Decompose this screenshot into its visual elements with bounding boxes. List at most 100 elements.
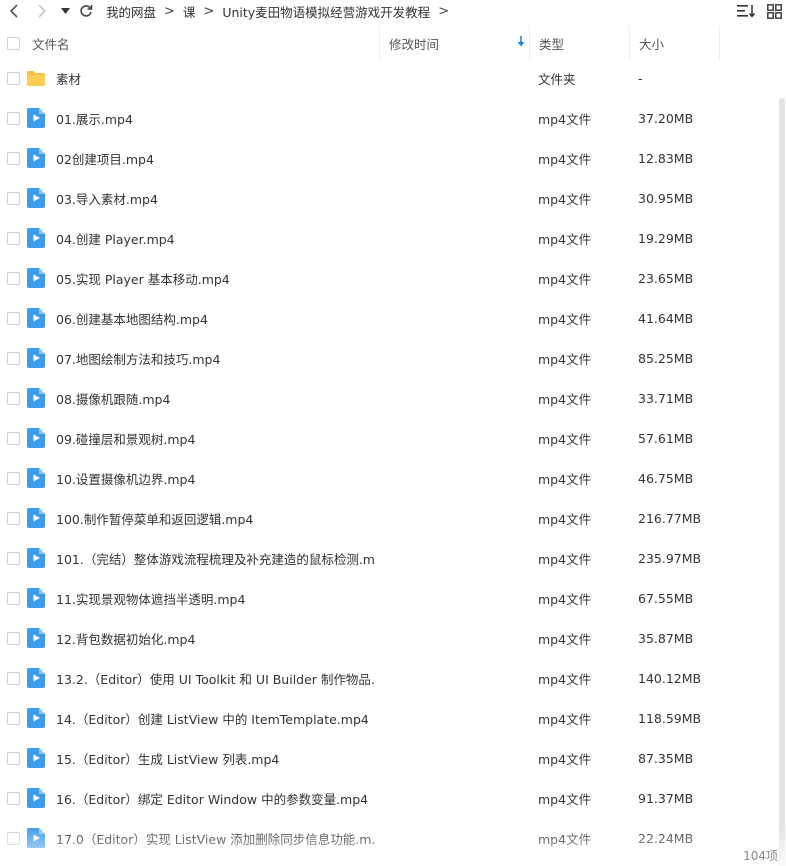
refresh-button[interactable] <box>74 0 98 22</box>
sort-options-button[interactable] <box>737 4 755 18</box>
file-name-cell[interactable]: 14.（Editor）创建 ListView 中的 ItemTemplate.m… <box>26 708 379 728</box>
file-name-cell[interactable]: 04.创建 Player.mp4 <box>26 228 379 248</box>
file-name-cell[interactable]: 06.创建基本地图结构.mp4 <box>26 308 379 328</box>
select-all-checkbox[interactable] <box>6 36 20 50</box>
file-row[interactable]: 15.（Editor）生成 ListView 列表.mp4 mp4文件 87.35M… <box>0 738 786 778</box>
file-name[interactable]: 07.地图绘制方法和技巧.mp4 <box>56 349 220 368</box>
row-checkbox[interactable] <box>6 391 20 405</box>
file-size: 216.77MB <box>638 510 702 526</box>
file-row[interactable]: 08.摄像机跟随.mp4 mp4文件 33.71MB <box>0 378 786 418</box>
file-row[interactable]: 17.0（Editor）实现 ListView 添加删除同步信息功能.m... m… <box>0 818 786 858</box>
file-name-cell[interactable]: 10.设置摄像机边界.mp4 <box>26 468 379 488</box>
row-checkbox[interactable] <box>6 591 20 605</box>
video-file-icon <box>26 828 46 848</box>
file-row[interactable]: 05.实现 Player 基本移动.mp4 mp4文件 23.65MB <box>0 258 786 298</box>
file-name-cell[interactable]: 08.摄像机跟随.mp4 <box>26 388 379 408</box>
caret-down-icon <box>60 8 70 14</box>
file-name[interactable]: 14.（Editor）创建 ListView 中的 ItemTemplate.m… <box>56 709 369 728</box>
file-name[interactable]: 09.碰撞层和景观树.mp4 <box>56 429 195 448</box>
file-row[interactable]: 03.导入素材.mp4 mp4文件 30.95MB <box>0 178 786 218</box>
file-name[interactable]: 03.导入素材.mp4 <box>56 189 158 208</box>
breadcrumb-item-course[interactable]: 课 <box>183 2 196 21</box>
file-row[interactable]: 10.设置摄像机边界.mp4 mp4文件 46.75MB <box>0 458 786 498</box>
row-checkbox[interactable] <box>6 311 20 325</box>
file-row[interactable]: 01.展示.mp4 mp4文件 37.20MB <box>0 98 786 138</box>
file-name-cell[interactable]: 素材 <box>26 68 379 88</box>
file-name[interactable]: 12.背包数据初始化.mp4 <box>56 629 195 648</box>
file-row[interactable]: 素材 文件夹 - <box>0 58 786 98</box>
file-name-cell[interactable]: 11.实现景观物体遮挡半透明.mp4 <box>26 588 379 608</box>
file-name-cell[interactable]: 05.实现 Player 基本移动.mp4 <box>26 268 379 288</box>
scrollbar[interactable] <box>778 58 786 866</box>
file-name-cell[interactable]: 07.地图绘制方法和技巧.mp4 <box>26 348 379 368</box>
history-dropdown-button[interactable] <box>56 0 74 22</box>
file-name-cell[interactable]: 01.展示.mp4 <box>26 108 379 128</box>
row-checkbox[interactable] <box>6 111 20 125</box>
file-row[interactable]: 07.地图绘制方法和技巧.mp4 mp4文件 85.25MB <box>0 338 786 378</box>
row-checkbox[interactable] <box>6 271 20 285</box>
row-checkbox[interactable] <box>6 231 20 245</box>
row-checkbox[interactable] <box>6 791 20 805</box>
file-name[interactable]: 05.实现 Player 基本移动.mp4 <box>56 269 230 288</box>
file-name[interactable]: 15.（Editor）生成 ListView 列表.mp4 <box>56 749 279 768</box>
file-row[interactable]: 09.碰撞层和景观树.mp4 mp4文件 57.61MB <box>0 418 786 458</box>
row-checkbox[interactable] <box>6 471 20 485</box>
file-name-cell[interactable]: 17.0（Editor）实现 ListView 添加删除同步信息功能.m... <box>26 828 379 848</box>
breadcrumb-dropdown[interactable]: > <box>438 4 449 19</box>
file-name-cell[interactable]: 16.（Editor）绑定 Editor Window 中的参数变量.mp4 <box>26 788 379 808</box>
row-checkbox[interactable] <box>6 351 20 365</box>
column-header-size[interactable]: 大小 <box>629 26 719 60</box>
row-checkbox[interactable] <box>6 151 20 165</box>
file-name[interactable]: 04.创建 Player.mp4 <box>56 229 175 248</box>
file-name-cell[interactable]: 15.（Editor）生成 ListView 列表.mp4 <box>26 748 379 768</box>
breadcrumb-item-root[interactable]: 我的网盘 <box>106 2 156 21</box>
file-name[interactable]: 素材 <box>56 69 81 88</box>
row-checkbox[interactable] <box>6 671 20 685</box>
file-name[interactable]: 06.创建基本地图结构.mp4 <box>56 309 208 328</box>
file-name-cell[interactable]: 13.2.（Editor）使用 UI Toolkit 和 UI Builder … <box>26 668 379 688</box>
file-name[interactable]: 01.展示.mp4 <box>56 109 133 128</box>
file-name[interactable]: 08.摄像机跟随.mp4 <box>56 389 170 408</box>
file-name[interactable]: 10.设置摄像机边界.mp4 <box>56 469 195 488</box>
column-header-date[interactable]: 修改时间 <box>379 26 529 60</box>
file-row[interactable]: 12.背包数据初始化.mp4 mp4文件 35.87MB <box>0 618 786 658</box>
row-checkbox[interactable] <box>6 511 20 525</box>
file-row[interactable]: 100.制作暂停菜单和返回逻辑.mp4 mp4文件 216.77MB <box>0 498 786 538</box>
scrollbar-thumb[interactable] <box>779 98 785 866</box>
file-name-cell[interactable]: 02创建项目.mp4 <box>26 148 379 168</box>
file-name-cell[interactable]: 12.背包数据初始化.mp4 <box>26 628 379 648</box>
file-row[interactable]: 101.（完结）整体游戏流程梳理及补充建造的鼠标检测.m... mp4文件 235.… <box>0 538 786 578</box>
file-name[interactable]: 11.实现景观物体遮挡半透明.mp4 <box>56 589 245 608</box>
file-row[interactable]: 14.（Editor）创建 ListView 中的 ItemTemplate.m… <box>0 698 786 738</box>
row-checkbox[interactable] <box>6 71 20 85</box>
file-name[interactable]: 02创建项目.mp4 <box>56 149 154 168</box>
row-checkbox[interactable] <box>6 751 20 765</box>
forward-button[interactable] <box>28 0 56 22</box>
file-name[interactable]: 17.0（Editor）实现 ListView 添加删除同步信息功能.m... <box>56 829 376 848</box>
file-row[interactable]: 13.2.（Editor）使用 UI Toolkit 和 UI Builder … <box>0 658 786 698</box>
file-row[interactable]: 06.创建基本地图结构.mp4 mp4文件 41.64MB <box>0 298 786 338</box>
back-button[interactable] <box>0 0 28 22</box>
file-name[interactable]: 13.2.（Editor）使用 UI Toolkit 和 UI Builder … <box>56 669 376 688</box>
file-row[interactable]: 11.实现景观物体遮挡半透明.mp4 mp4文件 67.55MB <box>0 578 786 618</box>
row-checkbox[interactable] <box>6 551 20 565</box>
row-checkbox[interactable] <box>6 631 20 645</box>
row-checkbox[interactable] <box>6 831 20 845</box>
file-name-cell[interactable]: 100.制作暂停菜单和返回逻辑.mp4 <box>26 508 379 528</box>
column-header-type[interactable]: 类型 <box>529 26 629 60</box>
breadcrumb-item-current[interactable]: Unity麦田物语模拟经营游戏开发教程 <box>222 2 430 21</box>
file-name[interactable]: 101.（完结）整体游戏流程梳理及补充建造的鼠标检测.m... <box>56 549 376 568</box>
column-header-name[interactable]: 文件名 <box>26 26 379 60</box>
file-name[interactable]: 16.（Editor）绑定 Editor Window 中的参数变量.mp4 <box>56 789 368 808</box>
file-name-cell[interactable]: 03.导入素材.mp4 <box>26 188 379 208</box>
file-name-cell[interactable]: 101.（完结）整体游戏流程梳理及补充建造的鼠标检测.m... <box>26 548 379 568</box>
row-checkbox[interactable] <box>6 711 20 725</box>
file-row[interactable]: 02创建项目.mp4 mp4文件 12.83MB <box>0 138 786 178</box>
file-name[interactable]: 100.制作暂停菜单和返回逻辑.mp4 <box>56 509 253 528</box>
file-name-cell[interactable]: 09.碰撞层和景观树.mp4 <box>26 428 379 448</box>
file-row[interactable]: 16.（Editor）绑定 Editor Window 中的参数变量.mp4 mp… <box>0 778 786 818</box>
row-checkbox[interactable] <box>6 431 20 445</box>
row-checkbox[interactable] <box>6 191 20 205</box>
file-row[interactable]: 04.创建 Player.mp4 mp4文件 19.29MB <box>0 218 786 258</box>
view-toggle-button[interactable] <box>767 3 782 19</box>
